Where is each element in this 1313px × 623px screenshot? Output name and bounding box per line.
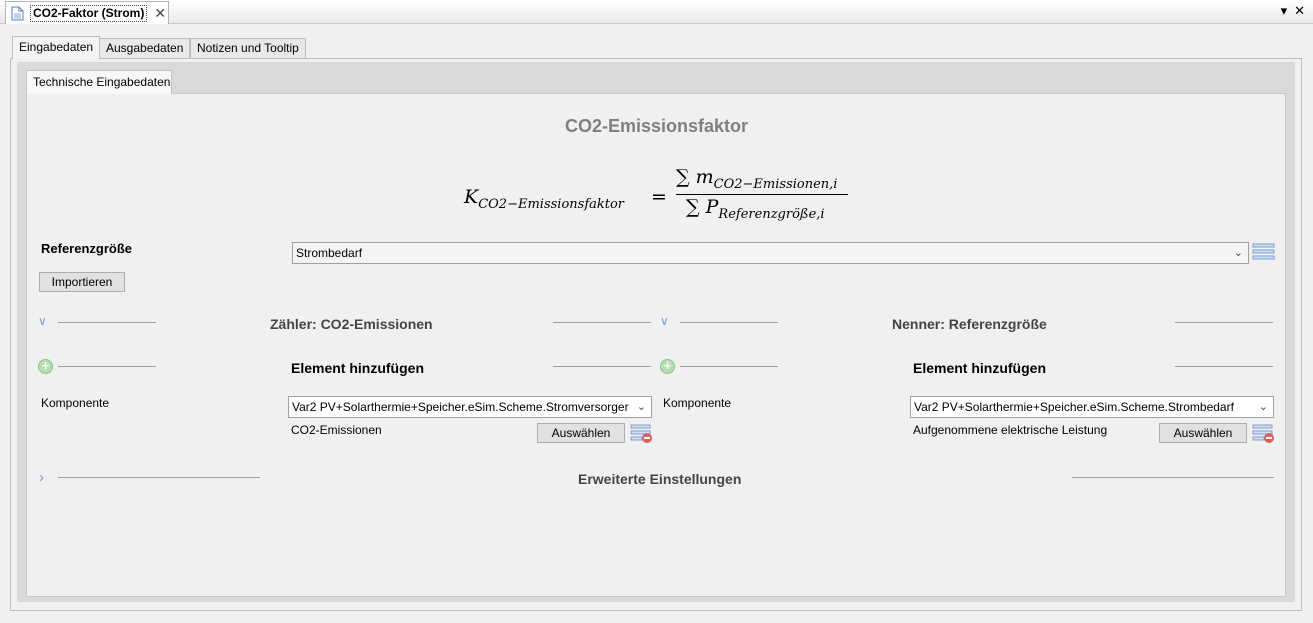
formula-fraction-bar: [676, 194, 848, 195]
subtab-header-area: [17, 62, 1295, 94]
view-menu-icon[interactable]: ▾: [1281, 4, 1288, 18]
denominator-add-heading: Element hinzufügen: [913, 360, 1046, 376]
formula-lhs-subscript: CO2−Emissionsfaktor: [478, 196, 625, 212]
input-panel: [26, 93, 1286, 597]
denominator-select-button[interactable]: Auswählen: [1159, 423, 1247, 443]
tab-ausgabedaten[interactable]: Ausgabedaten: [99, 38, 191, 58]
formula-denominator-subscript: Referenzgröße,i: [718, 206, 825, 222]
formula-numerator-symbol: m: [695, 166, 714, 188]
divider: [1072, 477, 1274, 478]
tab-technische-eingabedaten[interactable]: Technische Eingabedaten: [26, 70, 172, 94]
formula-equals: =: [651, 186, 667, 208]
view-close-icon[interactable]: ✕: [1294, 4, 1305, 18]
close-icon[interactable]: ✕: [154, 6, 166, 20]
chevron-down-icon[interactable]: ∨: [660, 314, 669, 328]
view-controls: ▾ ✕: [1281, 4, 1305, 18]
divider: [58, 477, 260, 478]
list-remove-icon[interactable]: [630, 424, 653, 444]
formula-lhs-symbol: K: [464, 186, 479, 208]
counter-select-button[interactable]: Auswählen: [537, 423, 625, 443]
tab-notizen-tooltip[interactable]: Notizen und Tooltip: [190, 38, 306, 58]
chevron-down-icon: ⌄: [1233, 247, 1243, 259]
chevron-right-icon[interactable]: ›: [39, 469, 44, 486]
formula-denominator-symbol: P: [705, 196, 719, 218]
editor-tab[interactable]: CO2-Faktor (Strom) ✕: [5, 1, 169, 24]
import-button[interactable]: Importieren: [39, 272, 125, 292]
referenz-label: Referenzgröße: [41, 241, 133, 256]
document-icon: [11, 6, 24, 20]
list-remove-icon[interactable]: [1252, 424, 1275, 444]
referenz-select[interactable]: Strombedarf ⌄: [292, 242, 1249, 264]
add-icon[interactable]: +: [38, 359, 53, 374]
divider: [553, 322, 651, 323]
tab-eingabedaten[interactable]: Eingabedaten: [12, 36, 101, 59]
counter-heading: Zähler: CO2-Emissionen: [270, 316, 433, 332]
advanced-heading: Erweiterte Einstellungen: [578, 471, 742, 487]
divider: [58, 322, 156, 323]
divider: [680, 322, 778, 323]
counter-component-label: Komponente: [41, 396, 110, 410]
formula-numerator-subscript: CO2−Emissionen,i: [713, 176, 838, 192]
formula-sum-denominator: ∑: [686, 196, 700, 218]
referenz-select-value: Strombedarf: [296, 246, 363, 260]
counter-variable-label: CO2-Emissionen: [291, 423, 382, 437]
counter-component-select[interactable]: Var2 PV+Solarthermie+Speicher.eSim.Schem…: [288, 396, 652, 418]
counter-component-value: Var2 PV+Solarthermie+Speicher.eSim.Schem…: [292, 400, 629, 414]
divider: [553, 366, 651, 367]
chevron-down-icon: ⌄: [636, 401, 646, 413]
divider: [680, 366, 778, 367]
divider: [1175, 366, 1273, 367]
chevron-down-icon: ⌄: [1258, 401, 1268, 413]
editor-tab-title: CO2-Faktor (Strom): [30, 4, 148, 22]
page-title: CO2-Emissionsfaktor: [564, 116, 749, 136]
denominator-component-label: Komponente: [663, 396, 732, 410]
editor-tab-bar: CO2-Faktor (Strom) ✕ ▾ ✕: [0, 0, 1313, 24]
add-icon[interactable]: +: [660, 359, 675, 374]
divider: [58, 366, 156, 367]
denominator-heading: Nenner: Referenzgröße: [892, 316, 1047, 332]
chevron-down-icon[interactable]: ∨: [38, 314, 47, 328]
denominator-component-value: Var2 PV+Solarthermie+Speicher.eSim.Schem…: [914, 400, 1234, 414]
divider: [1175, 322, 1273, 323]
list-icon[interactable]: [1252, 242, 1275, 262]
denominator-component-select[interactable]: Var2 PV+Solarthermie+Speicher.eSim.Schem…: [910, 396, 1274, 418]
denominator-variable-label: Aufgenommene elektrische Leistung: [913, 423, 1108, 437]
formula-sum-numerator: ∑: [676, 166, 690, 188]
counter-add-heading: Element hinzufügen: [291, 360, 424, 376]
